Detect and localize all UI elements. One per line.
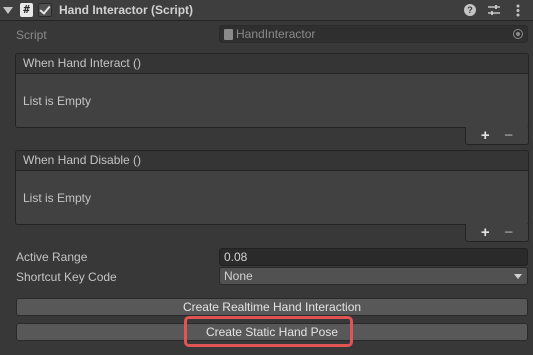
list-empty-text: List is Empty: [23, 191, 92, 205]
shortcut-key-label: Shortcut Key Code: [16, 270, 117, 284]
remove-listener-button[interactable]: −: [504, 224, 513, 241]
component-title: Hand Interactor (Script): [59, 3, 194, 17]
create-static-hand-pose-button[interactable]: Create Static Hand Pose: [16, 323, 528, 341]
remove-listener-button[interactable]: −: [504, 127, 513, 144]
event-when-hand-interact: When Hand Interact () List is Empty: [15, 53, 529, 128]
preset-icon[interactable]: [487, 2, 501, 18]
enable-checkbox[interactable]: [38, 3, 52, 17]
dropdown-arrow-icon: [514, 274, 522, 279]
cs-script-icon: [224, 28, 233, 40]
more-icon[interactable]: [511, 2, 525, 18]
object-picker-icon[interactable]: [513, 29, 523, 39]
script-field[interactable]: HandInteractor: [219, 25, 528, 43]
component-header: # Hand Interactor (Script) ?: [0, 0, 533, 21]
script-label: Script: [16, 28, 47, 42]
script-value: HandInteractor: [236, 27, 316, 41]
event-list-controls: + −: [465, 127, 529, 145]
script-icon: #: [20, 3, 33, 17]
active-range-field[interactable]: 0.08: [219, 248, 528, 266]
shortcut-key-dropdown[interactable]: None: [219, 267, 528, 285]
list-empty-text: List is Empty: [23, 94, 92, 108]
add-listener-button[interactable]: +: [481, 127, 490, 144]
help-icon[interactable]: ?: [463, 2, 477, 18]
add-listener-button[interactable]: +: [481, 224, 490, 241]
foldout-arrow-icon[interactable]: [3, 6, 13, 14]
active-range-label: Active Range: [16, 250, 88, 264]
create-realtime-hand-interaction-button[interactable]: Create Realtime Hand Interaction: [16, 298, 528, 316]
event-when-hand-disable: When Hand Disable () List is Empty: [15, 150, 529, 225]
shortcut-key-value: None: [224, 269, 253, 283]
event-title: When Hand Disable (): [16, 151, 528, 171]
event-list-controls: + −: [465, 224, 529, 242]
event-title: When Hand Interact (): [16, 54, 528, 74]
